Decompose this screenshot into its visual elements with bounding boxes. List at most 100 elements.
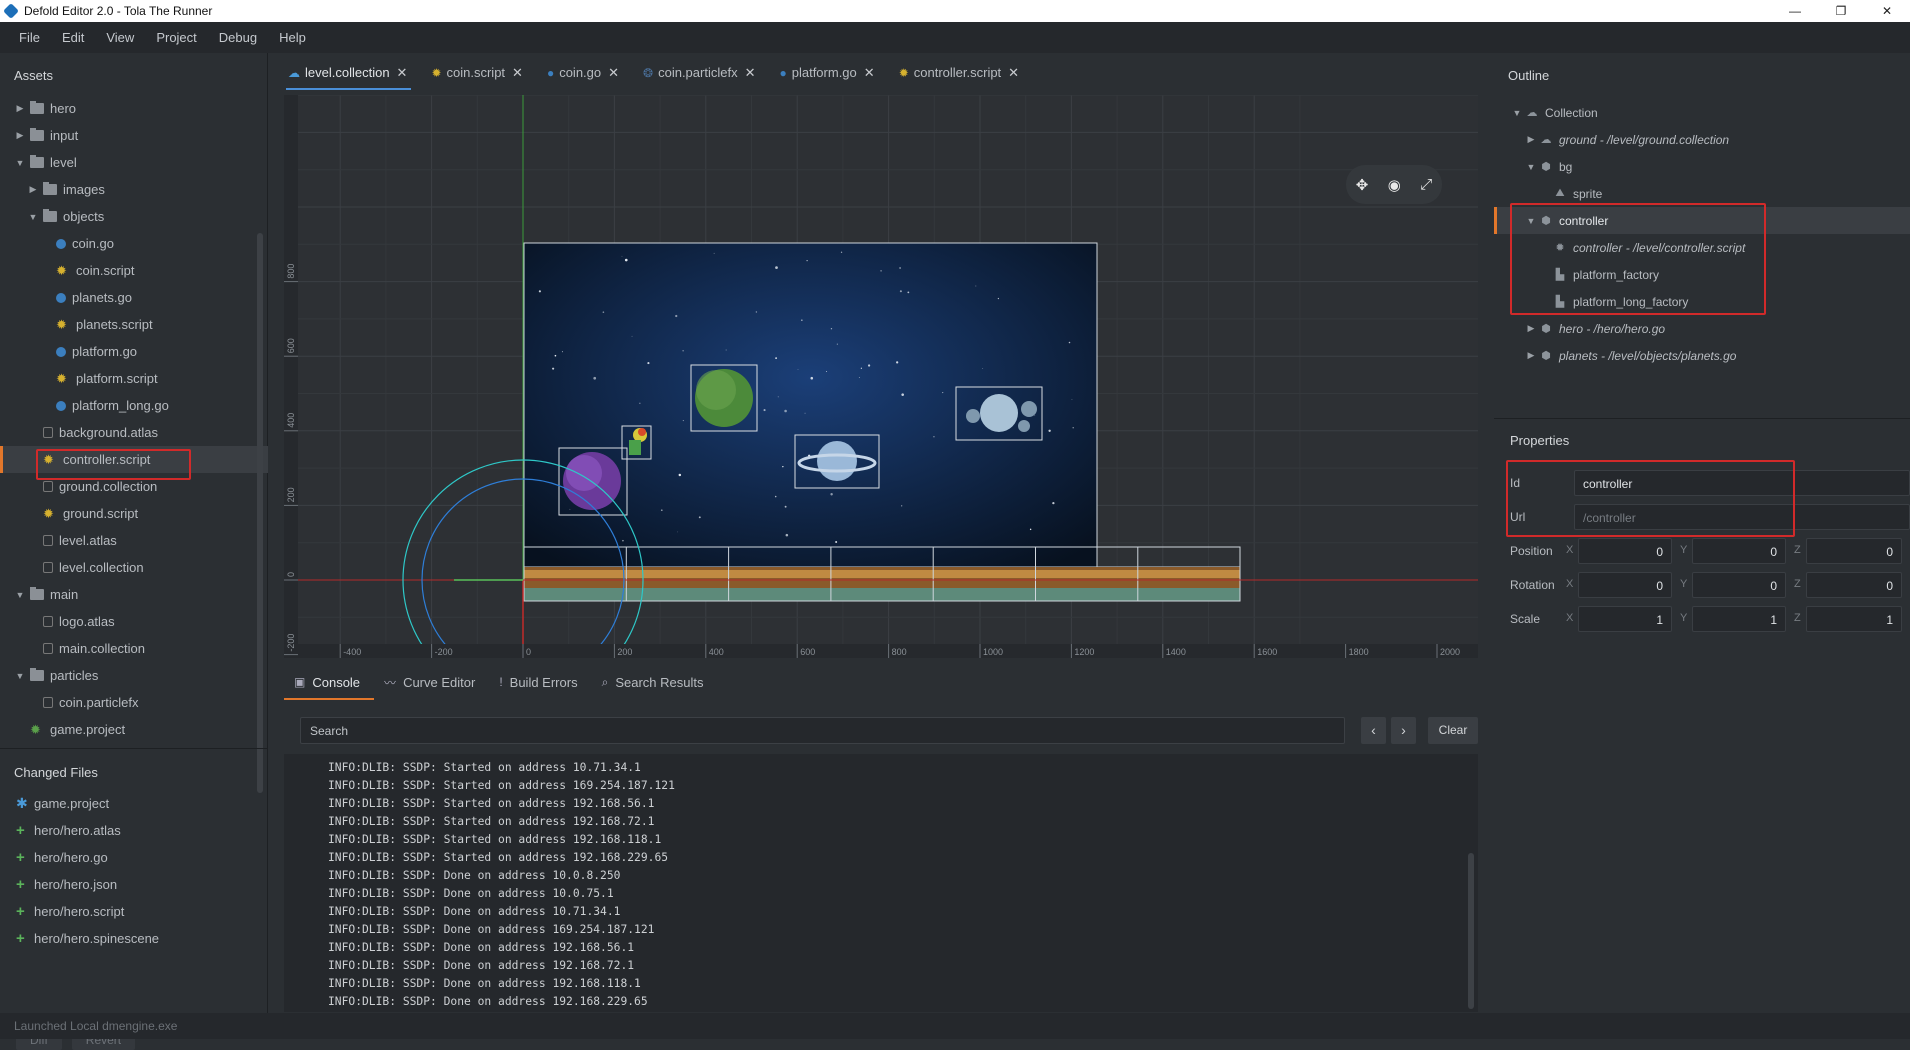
asset-item[interactable]: ▼ main [0,581,268,608]
search-next-icon[interactable]: › [1391,717,1416,744]
asset-item[interactable]: ▶ hero [0,95,268,122]
prop-position-x-field[interactable]: 0 [1578,538,1672,564]
outline-item[interactable]: ▼ ⬢ bg [1494,153,1910,180]
asset-item[interactable]: main.collection [0,635,268,662]
chevron-down-icon[interactable]: ▼ [1524,216,1538,226]
outline-item[interactable]: ▼ ☁ Collection [1494,99,1910,126]
outline-item[interactable]: ▶ ⬢ hero - /hero/hero.go [1494,315,1910,342]
chevron-right-icon[interactable]: ▶ [14,130,26,141]
prop-rotation-y-field[interactable]: 0 [1692,572,1786,598]
outline-item[interactable]: ⛰ sprite [1494,180,1910,207]
menu-project[interactable]: Project [145,30,207,45]
outline-item[interactable]: ▶ ☁ ground - /level/ground.collection [1494,126,1910,153]
maximize-button[interactable]: ❐ [1818,0,1864,22]
tab-console[interactable]: ▣ Console [284,664,375,700]
move-tool-icon[interactable]: ✥ [1356,176,1369,194]
minimize-button[interactable]: — [1772,0,1818,22]
asset-item[interactable]: background.atlas [0,419,268,446]
chevron-right-icon[interactable]: ▶ [1524,323,1538,334]
prop-scale-z-field[interactable]: 1 [1806,606,1902,632]
chevron-down-icon[interactable]: ▼ [14,158,26,168]
menu-debug[interactable]: Debug [208,30,268,45]
chevron-down-icon[interactable]: ▼ [1524,162,1538,172]
asset-item[interactable]: platform_long.go [0,392,268,419]
asset-item[interactable]: ▼ particles [0,662,268,689]
scale-tool-icon[interactable]: ⤢ [1420,176,1432,193]
asset-item[interactable]: ▶ input [0,122,268,149]
chevron-down-icon[interactable]: ▼ [1510,108,1524,118]
prop-position-z-field[interactable]: 0 [1806,538,1902,564]
outline-item[interactable]: ▙ platform_long_factory [1494,288,1910,315]
tab-close-icon[interactable]: ✕ [397,65,408,81]
chevron-right-icon[interactable]: ▶ [1524,350,1538,361]
asset-item[interactable]: ▼ level [0,149,268,176]
asset-item[interactable]: ✹ planets.script [0,311,268,338]
tab-curve-editor[interactable]: 〰 Curve Editor [374,664,489,700]
tab-platform-go[interactable]: ● platform.go ✕ [777,53,884,92]
scene-canvas[interactable]: -400 -200 0 200 400 600 800 1000 1200 1400 1600 180… [284,95,1478,658]
rotate-tool-icon[interactable]: ◉ [1388,176,1401,194]
asset-item[interactable]: planets.go [0,284,268,311]
menu-edit[interactable]: Edit [51,30,95,45]
changed-file-item[interactable]: ✱ game.project [0,790,268,817]
tab-search-results[interactable]: ⌕ Search Results [592,664,718,700]
asset-item[interactable]: ✹ game.project [0,716,268,743]
chevron-down-icon[interactable]: ▼ [14,671,26,681]
asset-item[interactable]: ✹ platform.script [0,365,268,392]
tab-controller-script[interactable]: ✹ controller.script ✕ [897,53,1029,92]
tab-close-icon[interactable]: ✕ [512,65,523,81]
tab-coin-go[interactable]: ● coin.go ✕ [545,53,629,92]
outline-item[interactable]: ▙ platform_factory [1494,261,1910,288]
asset-item[interactable]: level.collection [0,554,268,581]
prop-scale-y-field[interactable]: 1 [1692,606,1786,632]
asset-item[interactable]: ✹ coin.script [0,257,268,284]
console-search-input[interactable]: Search [300,717,1345,744]
prop-scale-x-field[interactable]: 1 [1578,606,1672,632]
chevron-right-icon[interactable]: ▶ [27,184,39,195]
search-prev-icon[interactable]: ‹ [1361,717,1386,744]
asset-item[interactable]: ▶ images [0,176,268,203]
prop-position-y-field[interactable]: 0 [1692,538,1786,564]
tab-close-icon[interactable]: ✕ [608,65,619,81]
changed-file-item[interactable]: + hero/hero.go [0,844,268,871]
changed-file-item[interactable]: + hero/hero.json [0,871,268,898]
console-scrollbar[interactable] [1468,853,1474,1009]
menu-view[interactable]: View [95,30,145,45]
asset-item[interactable]: level.atlas [0,527,268,554]
chevron-right-icon[interactable]: ▶ [1524,134,1538,145]
tab-build-errors[interactable]: ! Build Errors [489,664,591,700]
chevron-right-icon[interactable]: ▶ [14,103,26,114]
asset-item[interactable]: ✹ controller.script [0,446,268,473]
changed-file-item[interactable]: + hero/hero.atlas [0,817,268,844]
changed-file-item[interactable]: + hero/hero.script [0,898,268,925]
asset-item[interactable]: ground.collection [0,473,268,500]
prop-rotation-x-field[interactable]: 0 [1578,572,1672,598]
menu-file[interactable]: File [8,30,51,45]
prop-url-field[interactable]: /controller [1574,504,1910,530]
chevron-down-icon[interactable]: ▼ [27,212,39,222]
assets-scrollbar[interactable] [257,233,263,793]
outline-item[interactable]: ▶ ⬢ planets - /level/objects/planets.go [1494,342,1910,369]
menu-help[interactable]: Help [268,30,317,45]
tab-coin-script[interactable]: ✹ coin.script ✕ [429,53,533,92]
tab-coin-particlefx[interactable]: ❂ coin.particlefx ✕ [641,53,765,92]
asset-item[interactable]: coin.particlefx [0,689,268,716]
asset-item[interactable]: ▼ objects [0,203,268,230]
tab-close-icon[interactable]: ✕ [745,65,756,81]
tab-level-collection[interactable]: ☁ level.collection ✕ [286,53,417,92]
prop-id-field[interactable]: controller [1574,470,1910,496]
asset-item[interactable]: coin.go [0,230,268,257]
prop-rotation-z-field[interactable]: 0 [1806,572,1902,598]
outline-item[interactable]: ▼ ⬢ controller [1494,207,1910,234]
outline-item[interactable]: ✹ controller - /level/controller.script [1494,234,1910,261]
tab-close-icon[interactable]: ✕ [864,65,875,81]
asset-item[interactable]: platform.go [0,338,268,365]
asset-item[interactable]: ✹ ground.script [0,500,268,527]
changed-file-item[interactable]: + hero/hero.spinescene [0,925,268,952]
chevron-down-icon[interactable]: ▼ [14,590,26,600]
tab-close-icon[interactable]: ✕ [1008,65,1019,81]
asset-item[interactable]: logo.atlas [0,608,268,635]
console-clear-button[interactable]: Clear [1428,717,1478,744]
close-button[interactable]: ✕ [1864,0,1910,22]
scene-viewport[interactable]: -400 -200 0 200 400 600 800 1000 1200 1400 1600 180… [284,95,1478,658]
